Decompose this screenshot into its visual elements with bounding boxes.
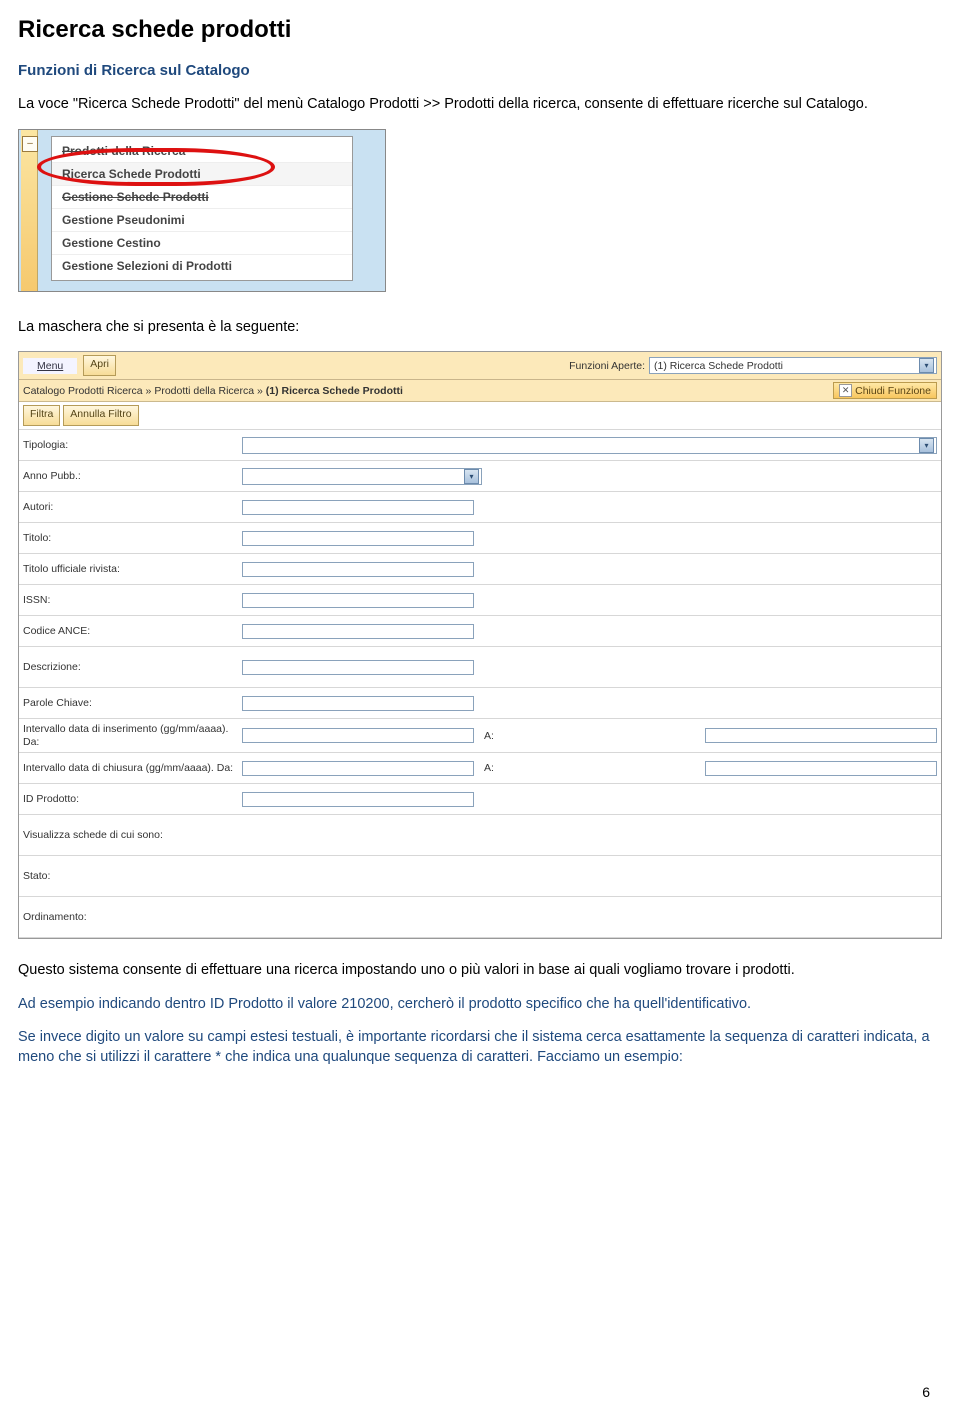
paragraph-system: Questo sistema consente di effettuare un… — [18, 961, 942, 981]
label-parole: Parole Chiave: — [23, 697, 238, 709]
chevron-down-icon: ▾ — [919, 438, 934, 453]
chiudi-funzione-button[interactable]: ✕ Chiudi Funzione — [833, 382, 937, 399]
idprod-input[interactable] — [242, 792, 474, 807]
window-topbar: Menu Apri Funzioni Aperte: (1) Ricerca S… — [19, 352, 941, 380]
page-number: 6 — [922, 1384, 930, 1400]
menu-item[interactable]: Ricerca Schede Prodotti — [52, 163, 352, 186]
close-icon: ✕ — [839, 384, 852, 397]
issn-input[interactable] — [242, 593, 474, 608]
screenshot-form: Menu Apri Funzioni Aperte: (1) Ricerca S… — [18, 351, 942, 939]
ance-input[interactable] — [242, 624, 474, 639]
label-issn: ISSN: — [23, 594, 238, 606]
label-intervallo-ins: Intervallo data di inserimento (gg/mm/aa… — [23, 723, 238, 748]
chiudi-label: Chiudi Funzione — [855, 385, 931, 397]
label-idprod: ID Prodotto: — [23, 793, 238, 805]
descrizione-input[interactable] — [242, 660, 474, 675]
paragraph-mask: La maschera che si presenta è la seguent… — [18, 318, 942, 338]
menu-button[interactable]: Menu — [23, 358, 77, 374]
label-intervallo-chi: Intervallo data di chiusura (gg/mm/aaaa)… — [23, 762, 238, 775]
breadcrumb-row: Catalogo Prodotti Ricerca » Prodotti del… — [19, 380, 941, 402]
label-a: A: — [478, 730, 500, 742]
label-tipologia: Tipologia: — [23, 439, 238, 451]
anno-dropdown[interactable]: ▾ — [242, 468, 482, 485]
chevron-down-icon: ▾ — [464, 469, 479, 484]
menu-item[interactable]: Gestione Pseudonimi — [52, 209, 352, 232]
tipologia-dropdown[interactable]: ▾ — [242, 437, 937, 454]
menu-list: Prodotti della Ricerca Ricerca Schede Pr… — [51, 136, 353, 281]
collapse-icon: – — [22, 136, 38, 152]
menu-item[interactable]: Gestione Cestino — [52, 232, 352, 255]
label-a: A: — [478, 762, 500, 774]
label-visualizza: Visualizza schede di cui sono: — [23, 829, 238, 841]
paragraph-example1: Ad esempio indicando dentro ID Prodotto … — [18, 995, 942, 1015]
paragraph-example2: Se invece digito un valore su campi este… — [18, 1028, 942, 1067]
section-heading: Funzioni di Ricerca sul Catalogo — [18, 62, 942, 79]
autori-input[interactable] — [242, 500, 474, 515]
menu-sidebar — [21, 130, 38, 291]
funzioni-aperte-label: Funzioni Aperte: — [569, 360, 645, 372]
intervallo-ins-a-input[interactable] — [705, 728, 937, 743]
label-anno: Anno Pubb.: — [23, 470, 238, 482]
breadcrumb: Catalogo Prodotti Ricerca » Prodotti del… — [23, 385, 403, 397]
filtra-button[interactable]: Filtra — [23, 405, 60, 426]
screenshot-menu: – Prodotti della Ricerca Ricerca Schede … — [18, 129, 386, 292]
menu-item[interactable]: Gestione Selezioni di Prodotti — [52, 255, 352, 277]
menu-item[interactable]: Prodotti della Ricerca — [52, 140, 352, 163]
rivista-input[interactable] — [242, 562, 474, 577]
paragraph-intro: La voce "Ricerca Schede Prodotti" del me… — [18, 95, 942, 115]
filter-row: Filtra Annulla Filtro — [19, 402, 941, 430]
annulla-filtro-button[interactable]: Annulla Filtro — [63, 405, 138, 426]
parole-input[interactable] — [242, 696, 474, 711]
label-descrizione: Descrizione: — [23, 661, 238, 673]
menu-item[interactable]: Gestione Schede Prodotti — [52, 186, 352, 209]
label-rivista: Titolo ufficiale rivista: — [23, 563, 238, 575]
label-ance: Codice ANCE: — [23, 625, 238, 637]
titolo-input[interactable] — [242, 531, 474, 546]
form-grid: Tipologia: ▾ Anno Pubb.: ▾ Autori: Titol… — [19, 430, 941, 938]
label-autori: Autori: — [23, 501, 238, 513]
breadcrumb-current: (1) Ricerca Schede Prodotti — [266, 385, 403, 397]
apri-button[interactable]: Apri — [83, 355, 116, 376]
intervallo-chi-a-input[interactable] — [705, 761, 937, 776]
dropdown-value: (1) Ricerca Schede Prodotti — [654, 360, 783, 372]
intervallo-ins-da-input[interactable] — [242, 728, 474, 743]
funzioni-aperte-dropdown[interactable]: (1) Ricerca Schede Prodotti ▾ — [649, 357, 937, 374]
label-stato: Stato: — [23, 870, 238, 882]
label-ordinamento: Ordinamento: — [23, 911, 238, 923]
intervallo-chi-da-input[interactable] — [242, 761, 474, 776]
page-title: Ricerca schede prodotti — [18, 16, 942, 44]
chevron-down-icon: ▾ — [919, 358, 934, 373]
breadcrumb-text: Catalogo Prodotti Ricerca » Prodotti del… — [23, 385, 266, 397]
label-titolo: Titolo: — [23, 532, 238, 544]
